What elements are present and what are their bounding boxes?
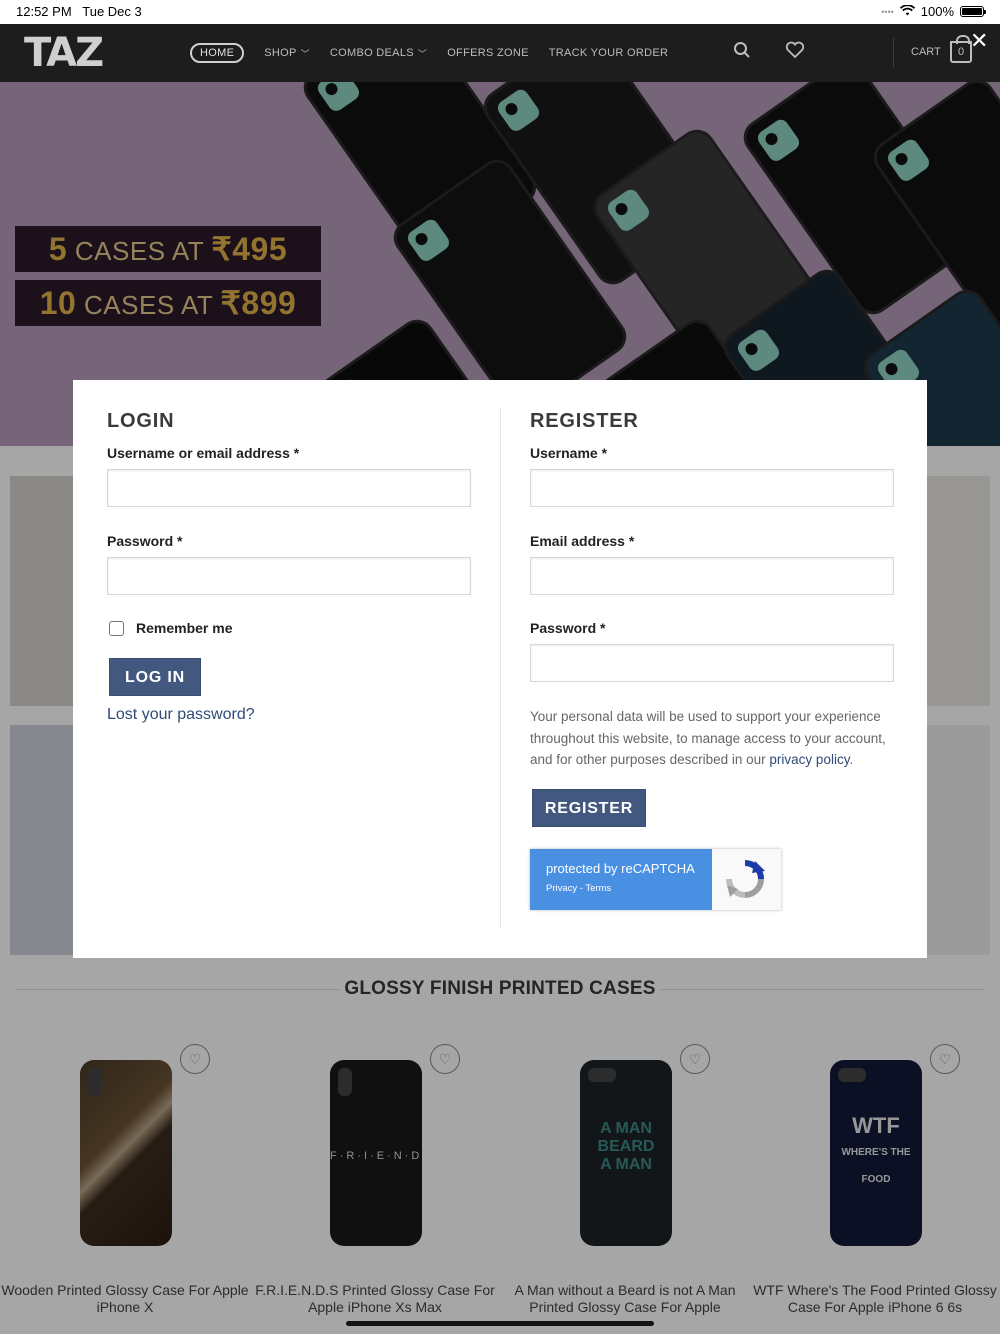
chevron-down-icon: ﹀ <box>417 48 428 59</box>
register-button[interactable]: REGISTER <box>532 789 646 827</box>
cart-label[interactable]: CART <box>911 46 941 58</box>
privacy-notice: Your personal data will be used to suppo… <box>530 709 886 767</box>
search-icon[interactable] <box>733 41 751 64</box>
recaptcha-text-panel: protected by reCAPTCHA Privacy - Terms <box>530 849 712 910</box>
nav-track-order[interactable]: TRACK YOUR ORDER <box>549 47 669 59</box>
status-time: 12:52 PM Tue Dec 3 <box>16 4 142 19</box>
status-right: •••• 100% <box>881 4 986 19</box>
header-divider <box>893 38 894 68</box>
nav-combo-deals[interactable]: COMBO DEALS ﹀ <box>330 47 427 60</box>
recaptcha-icon <box>724 859 766 899</box>
nav-shop[interactable]: SHOP ﹀ <box>264 47 310 60</box>
site-header: TAZ HOME SHOP ﹀ COMBO DEALS ﹀ OFFERS ZONE … <box>0 24 1000 82</box>
modal-divider <box>500 408 501 928</box>
battery-icon <box>960 6 986 17</box>
recaptcha-label: protected by reCAPTCHA <box>546 861 695 876</box>
register-heading: REGISTER <box>530 410 639 432</box>
register-username-label: Username * <box>530 445 608 461</box>
login-password-label: Password * <box>107 533 183 549</box>
privacy-policy-link[interactable]: privacy policy <box>769 752 849 767</box>
register-email-input[interactable] <box>530 557 894 595</box>
register-password-label: Password * <box>530 620 606 636</box>
remember-me-label: Remember me <box>136 620 233 636</box>
recaptcha-links[interactable]: Privacy - Terms <box>546 883 611 894</box>
lost-password-link[interactable]: Lost your password? <box>107 706 255 724</box>
register-email-label: Email address * <box>530 533 635 549</box>
remember-me[interactable]: Remember me <box>109 620 233 636</box>
cart-count: 0 <box>957 46 965 58</box>
nav-home[interactable]: HOME <box>190 43 245 63</box>
battery-percent: 100% <box>920 4 954 19</box>
home-indicator <box>346 1321 654 1326</box>
close-icon[interactable]: ✕ <box>970 30 988 52</box>
site-logo[interactable]: TAZ <box>24 30 104 76</box>
main-nav: HOME SHOP ﹀ COMBO DEALS ﹀ OFFERS ZONE TRAC… <box>190 43 668 63</box>
nav-offers-zone[interactable]: OFFERS ZONE <box>447 47 529 59</box>
wifi-icon <box>899 4 915 19</box>
wishlist-heart-icon[interactable] <box>785 41 805 64</box>
cart-icon[interactable]: 0 <box>950 35 972 63</box>
login-heading: LOGIN <box>107 410 175 432</box>
account-modal: LOGIN Username or email address * Passwo… <box>73 380 927 958</box>
chevron-down-icon: ﹀ <box>300 48 310 59</box>
login-button[interactable]: LOG IN <box>109 658 201 696</box>
status-bar: 12:52 PM Tue Dec 3 •••• 100% <box>0 0 1000 24</box>
recaptcha-badge[interactable]: protected by reCAPTCHA Privacy - Terms <box>530 849 781 910</box>
login-username-input[interactable] <box>107 469 471 507</box>
login-username-label: Username or email address * <box>107 445 300 461</box>
register-password-input[interactable] <box>530 644 894 682</box>
remember-me-checkbox[interactable] <box>109 620 124 636</box>
signal-icon: •••• <box>881 6 894 17</box>
login-password-input[interactable] <box>107 557 471 595</box>
register-username-input[interactable] <box>530 469 894 507</box>
